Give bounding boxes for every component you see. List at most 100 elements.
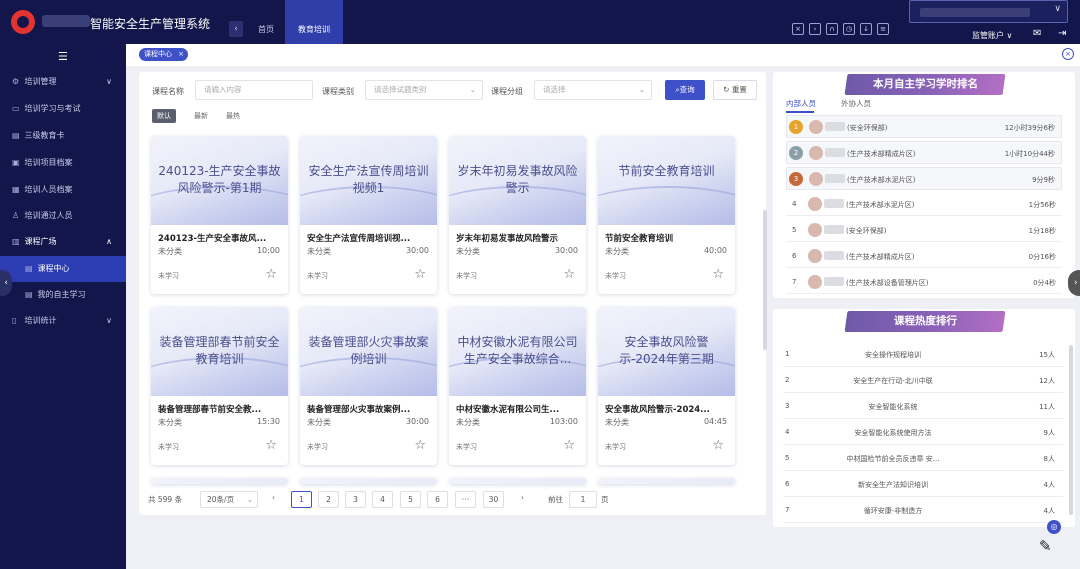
user-menu[interactable]: 监管账户 ∨ [972,30,1012,41]
sidebar-item-course-plaza[interactable]: ▥ 课程广场 ∧ [0,229,126,255]
collapse-menu-icon[interactable]: ☰ [58,50,68,63]
sidebar-item-training-management[interactable]: ⚙ 培训管理 ∨ [0,69,126,95]
close-icon[interactable]: × [178,48,184,61]
settings-icon[interactable]: ≡ [877,23,889,35]
course-card[interactable]: 节前安全教育培训 节前安全教育培训 未分类 40:00 未学习 ☆ [598,136,735,294]
close-circle-icon[interactable]: × [792,23,804,35]
download-icon[interactable]: ↓ [860,23,872,35]
star-icon[interactable]: ☆ [265,438,277,453]
close-all-tags-icon[interactable]: × [1062,48,1074,60]
star-icon[interactable]: ☆ [563,267,575,282]
headset-icon[interactable]: ∩ [826,23,838,35]
page-4[interactable]: 4 [372,491,393,508]
course-duration: 30:00 [405,246,429,255]
heat-row[interactable]: 4 安全智能化系统使用方法 9人 [783,419,1063,445]
heat-row[interactable]: 1 安全操作规程培训 15人 [783,341,1063,367]
name-redacted [825,174,845,183]
page-3[interactable]: 3 [345,491,366,508]
course-category-select[interactable]: 请选择试题类别 ⌄ [365,80,483,100]
sort-default[interactable]: 默认 [152,109,176,123]
heat-row[interactable]: 2 安全生产在行动-北川中联 12人 [783,367,1063,393]
course-card[interactable]: 安全生产法宣传周培训视频1 安全生产法宣传周培训视... 未分类 30:00 未… [300,136,437,294]
page-30[interactable]: 30 [483,491,504,508]
star-icon[interactable]: ☆ [563,438,575,453]
course-name-input[interactable]: 请输入内容 [195,80,313,100]
tag-course-center[interactable]: 课程中心 × [139,48,188,61]
chevron-up-icon: ∧ [106,237,112,246]
chevron-down-icon: ∨ [106,316,112,325]
heat-row[interactable]: 7 循环安康-非制造方 4人 [783,497,1063,523]
course-card[interactable]: 装备管理部火灾事故案例培训 装备管理部火灾事故案例... 未分类 30:00 未… [300,307,437,465]
page-2[interactable]: 2 [318,491,339,508]
star-icon[interactable]: ☆ [414,438,426,453]
carousel-next-button[interactable]: › [1068,270,1080,296]
course-card[interactable]: 安全事故风险警示-2024年第三期 安全事故风险警示-2024... 未分类 0… [598,307,735,465]
clock-icon[interactable]: ◷ [843,23,855,35]
tab-internal-staff[interactable]: 内部人员 [786,98,816,109]
heat-list-scrollbar[interactable] [1069,345,1073,515]
page-5[interactable]: 5 [400,491,421,508]
sort-hottest[interactable]: 最热 [221,109,245,123]
star-icon[interactable]: ☆ [265,267,277,282]
tab-education-training[interactable]: 教育培训 [285,0,343,44]
chat-icon[interactable]: ◎ [1047,520,1061,534]
study-status: 未学习 [456,443,477,451]
sidebar-item-project-archive[interactable]: ▣ 培训项目档案 [0,150,126,176]
course-card[interactable]: 240123-生产安全事故风险警示-第1期 240123-生产安全事故风... … [151,136,288,294]
reset-button[interactable]: ↻ 重置 [713,80,757,100]
ranking-row: 4 (生产技术部水泥片区) 1分56秒 [786,193,1062,216]
sidebar-item-passed-personnel[interactable]: ♙ 培训通过人员 [0,203,126,229]
course-card[interactable]: 装备管理部春节前安全教育培训 装备管理部春节前安全教... 未分类 15:30 … [151,307,288,465]
chevron-down-icon: ∨ [1054,4,1061,14]
page-ellipsis[interactable]: ··· [455,491,476,508]
sidebar-item-three-level-card[interactable]: ▤ 三级教育卡 [0,123,126,149]
course-thumbnail: 岁末年初易发事故风险警示 [449,136,586,225]
star-icon[interactable]: ☆ [712,438,724,453]
heat-row[interactable]: 6 新安全生产法知识培训 4人 [783,471,1063,497]
sidebar-item-study-exam[interactable]: ▭ 培训学习与考试 [0,96,126,122]
org-select[interactable]: ∨ [909,0,1068,23]
goto-page-input[interactable]: 1 [569,491,597,508]
course-card[interactable]: 中材安徽水泥有限公司生产安全事故综合... 中材安徽水泥有限公司生... 未分类… [449,307,586,465]
mail-icon[interactable]: ✉ [1033,28,1041,39]
user-icon: ♙ [12,211,20,220]
sidebar-item-training-statistics[interactable]: ▯ 培训统计 ∨ [0,308,126,334]
star-icon[interactable]: ☆ [712,267,724,282]
course-category: 未分类 [605,247,629,256]
archive-icon: ▦ [12,185,20,194]
prev-page-icon[interactable]: ‹ [272,493,275,502]
course-card[interactable]: 岁末年初易发事故风险警示 岁末年初易发事故风险警示 未分类 30:00 未学习 … [449,136,586,294]
sidebar-item-personnel-archive[interactable]: ▦ 培训人员档案 [0,177,126,203]
page-1[interactable]: 1 [291,491,312,508]
course-heat-ranking-panel: 课程热度排行 1 安全操作规程培训 15人 2 安全生产在行动-北川中联 12人 3 安全… [773,309,1075,527]
query-button[interactable]: ⌕查询 [665,80,705,100]
org-name-redacted [920,8,1030,17]
next-page-icon[interactable]: › [521,493,524,502]
logout-icon[interactable]: ⇥ [1058,28,1066,39]
course-title: 装备管理部春节前安全教... [158,405,262,415]
heat-row[interactable]: 5 中材国检节前全员反违章 安... 8人 [783,445,1063,471]
sidebar-item-my-self-study[interactable]: ▤ 我的自主学习 [0,282,126,308]
course-title: 240123-生产安全事故风... [158,234,267,244]
tab-back-button[interactable]: ‹ [229,21,243,37]
sidebar-item-course-center[interactable]: ▤ 课程中心 [0,256,126,282]
course-group-select[interactable]: 请选择 ⌄ [534,80,652,100]
sort-newest[interactable]: 最新 [189,109,213,123]
page-size-select[interactable]: 20条/页 ⌄ [200,491,258,508]
avatar [808,275,822,289]
tab-home[interactable]: 首页 [248,0,284,44]
heat-row[interactable]: 3 安全智能化系统 11人 [783,393,1063,419]
course-thumbnail: 中材安徽水泥有限公司生产安全事故综合... [449,307,586,396]
star-icon[interactable]: ☆ [414,267,426,282]
course-list-scrollbar[interactable] [763,210,767,350]
study-status: 未学习 [307,272,328,280]
chevron-right-icon[interactable]: › [809,23,821,35]
avatar [808,197,822,211]
edit-icon[interactable]: ✎ [1039,537,1052,555]
sidebar: ☰ ⚙ 培训管理 ∨ ▭ 培训学习与考试 ▤ 三级教育卡 ▣ 培训项目档案 ▦ 培… [0,44,126,569]
course-category: 未分类 [307,247,331,256]
course-thumbnail: 节前安全教育培训 [598,136,735,225]
course-duration: 40:00 [703,246,727,255]
tab-external-staff[interactable]: 外协人员 [841,98,871,109]
page-6[interactable]: 6 [427,491,448,508]
